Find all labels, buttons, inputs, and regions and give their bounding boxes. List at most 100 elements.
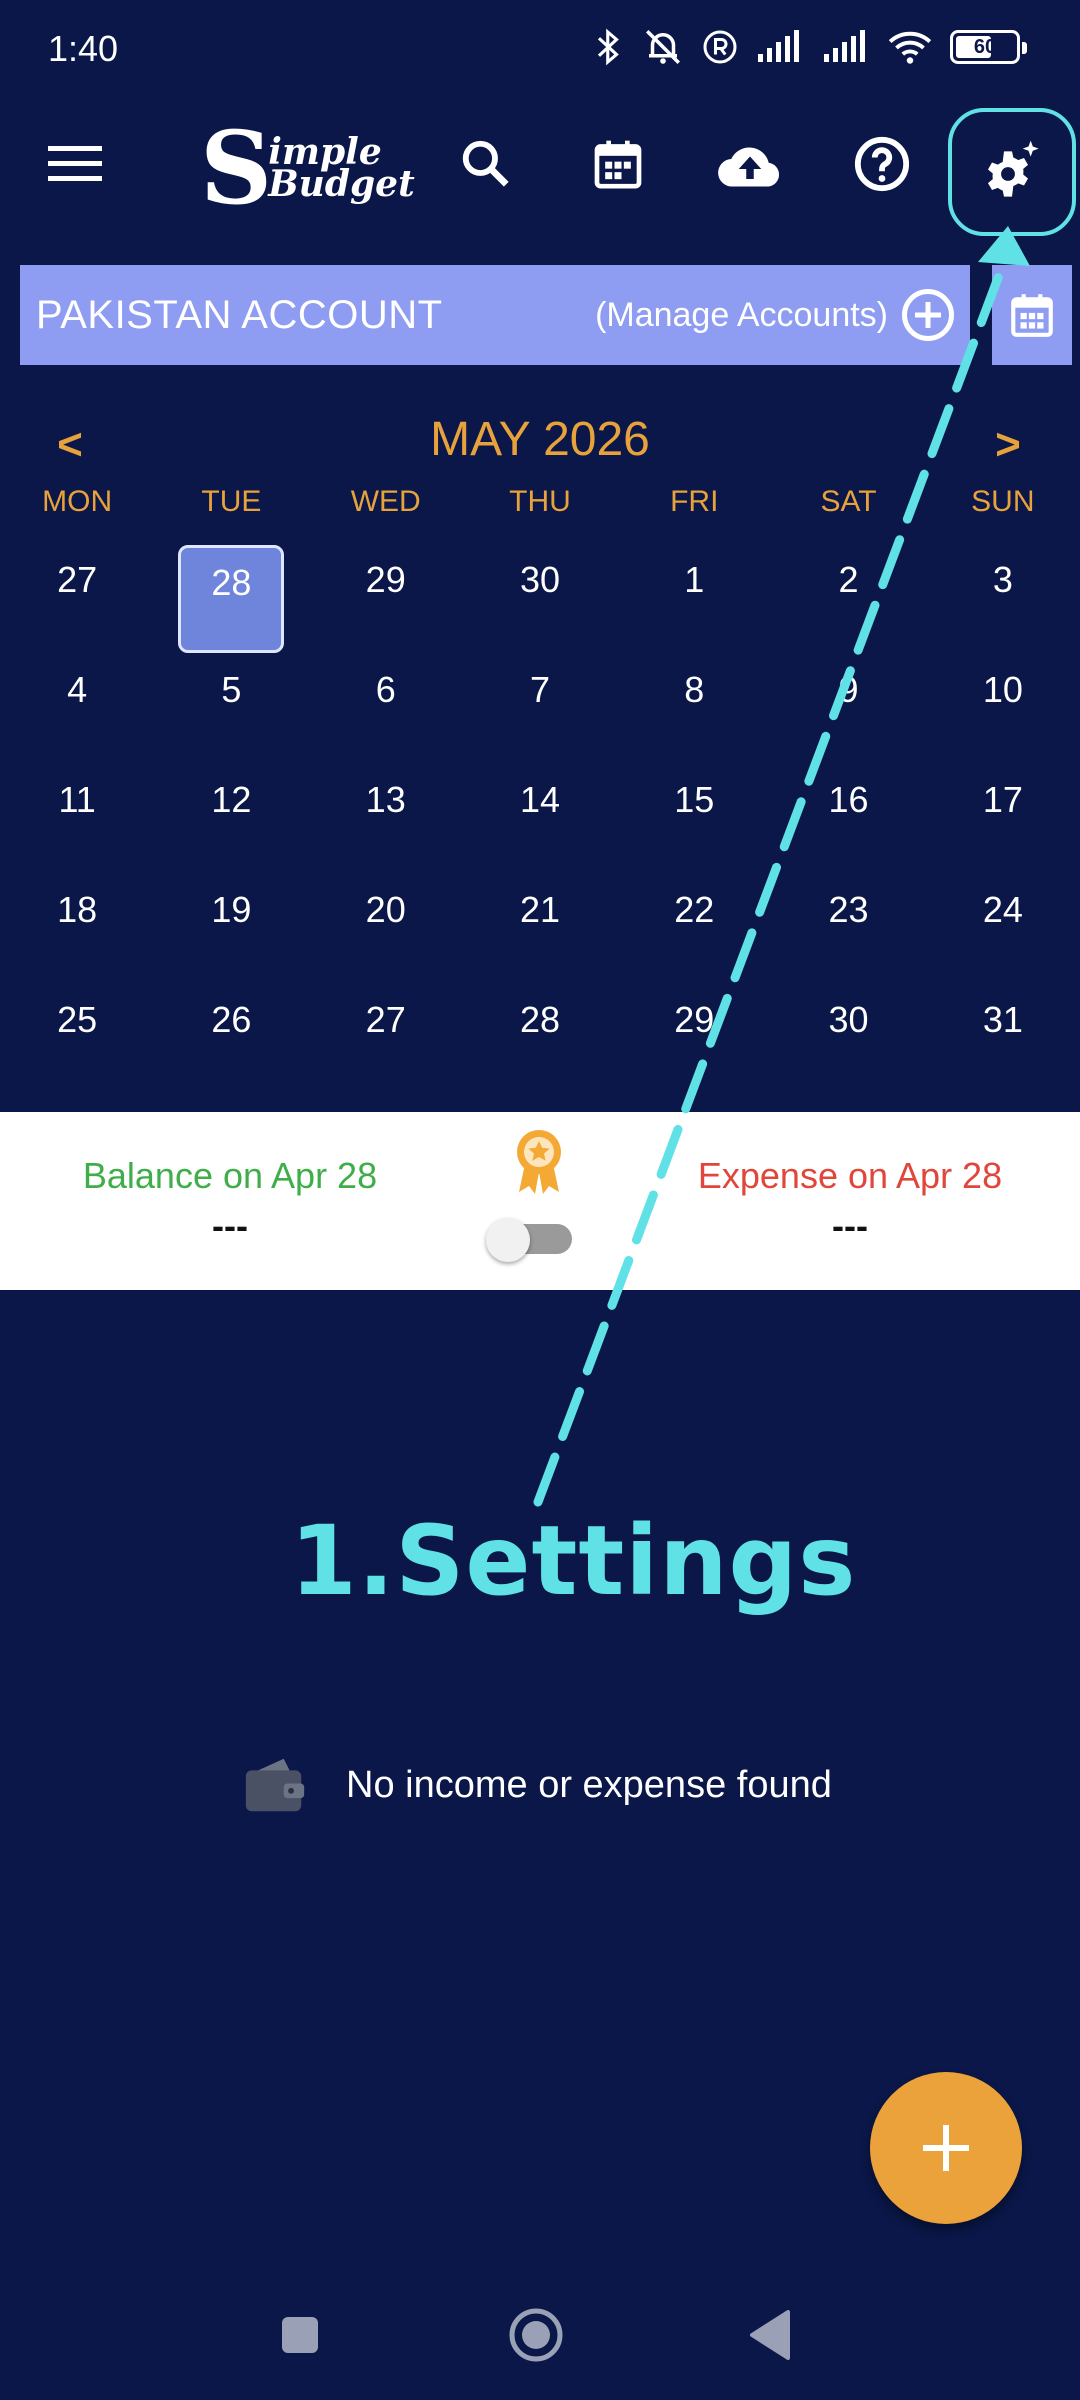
calendar-day[interactable]: 6 [309, 655, 463, 765]
battery-icon: 60 [950, 30, 1027, 64]
calendar-day[interactable]: 24 [926, 875, 1080, 985]
help-button[interactable] [832, 114, 932, 214]
previous-month-button[interactable]: < [30, 410, 110, 480]
calendar-day[interactable]: 7 [463, 655, 617, 765]
calendar-day-label: 5 [221, 669, 242, 710]
calendar-day[interactable]: 18 [0, 875, 154, 985]
calendar-day-label: 13 [365, 779, 406, 820]
date-picker-button[interactable] [992, 265, 1072, 365]
calendar-day[interactable]: 2 [771, 545, 925, 655]
calendar-day[interactable]: 12 [154, 765, 308, 875]
month-title: MAY 2026 [430, 413, 650, 466]
empty-state-text: No income or expense found [346, 1763, 832, 1806]
calendar-day[interactable]: 22 [617, 875, 771, 985]
calendar-day-label: 14 [519, 779, 561, 820]
calendar-icon-small [1011, 294, 1053, 337]
calendar-day-label: 25 [57, 999, 98, 1040]
app-logo: S imple Budget [200, 118, 420, 218]
back-button[interactable] [730, 2300, 810, 2370]
menu-button[interactable] [26, 114, 126, 214]
calendar-day[interactable]: 29 [309, 545, 463, 655]
calendar-day-label: 27 [57, 559, 98, 600]
weekday-header: MON TUE WED THU FRI SAT SUN [0, 485, 1080, 535]
calendar-day[interactable]: 20 [309, 875, 463, 985]
calendar-day[interactable]: 13 [309, 765, 463, 875]
calendar-day[interactable]: 15 [617, 765, 771, 875]
calendar-day[interactable]: 29 [617, 985, 771, 1095]
calendar-day-label: 12 [211, 779, 252, 820]
calendar-day[interactable]: 28 [463, 985, 617, 1095]
cloud-upload-button[interactable] [700, 114, 800, 214]
calendar-day[interactable]: 31 [926, 985, 1080, 1095]
registered-icon [703, 30, 737, 64]
calendar-day-label: 30 [519, 559, 561, 600]
calendar-day[interactable]: 11 [0, 765, 154, 875]
bell-off-icon [646, 30, 680, 64]
calendar-day-label: 18 [57, 889, 98, 930]
calendar-day[interactable]: 25 [0, 985, 154, 1095]
calendar-day[interactable]: 30 [771, 985, 925, 1095]
calendar-day-label: 2 [838, 559, 859, 600]
expense-label: Expense on Apr 28 [697, 1155, 1003, 1196]
weekday-tue: TUE [201, 485, 262, 518]
manage-accounts-link[interactable]: (Manage Accounts) [595, 296, 888, 335]
menu-icon [48, 146, 102, 181]
weekday-sun: SUN [971, 485, 1035, 518]
calendar-day-label: 26 [211, 999, 252, 1040]
search-icon [462, 140, 509, 187]
award-icon [517, 1130, 561, 1194]
calendar-day[interactable]: 9 [771, 655, 925, 765]
annotation-label: 1.Settings [290, 1505, 857, 1617]
calendar-day[interactable]: 14 [463, 765, 617, 875]
calendar-day[interactable]: 4 [0, 655, 154, 765]
calendar-day[interactable]: 26 [154, 985, 308, 1095]
wallet-icon [245, 1758, 305, 1812]
wifi-icon [888, 31, 932, 64]
calendar-day[interactable]: 21 [463, 875, 617, 985]
search-button[interactable] [436, 114, 536, 214]
calendar-day[interactable]: 27 [309, 985, 463, 1095]
calendar-day-label: 17 [982, 779, 1023, 820]
calendar-day[interactable]: 1 [617, 545, 771, 655]
cloud-upload-icon [718, 147, 780, 187]
calendar-day-label: 31 [982, 999, 1023, 1040]
home-button[interactable] [496, 2300, 576, 2370]
calendar-day-label: 8 [684, 669, 705, 710]
calendar-day[interactable]: 19 [154, 875, 308, 985]
calendar-day[interactable]: 23 [771, 875, 925, 985]
recents-button[interactable] [260, 2300, 340, 2370]
calendar-day-label: 9 [838, 669, 859, 710]
calendar-day[interactable]: 30 [463, 545, 617, 655]
settings-highlight-frame [948, 108, 1076, 236]
calendar-day-label: 16 [828, 779, 869, 820]
next-month-button[interactable]: > [968, 410, 1048, 480]
calendar-day-label: 30 [828, 999, 869, 1040]
summary-toggle[interactable] [486, 1218, 576, 1262]
battery-level: 60 [973, 35, 997, 58]
account-selector[interactable]: PAKISTAN ACCOUNT (Manage Accounts) [20, 265, 970, 365]
calendar-day[interactable]: 16 [771, 765, 925, 875]
calendar-day-label: 28 [178, 545, 285, 653]
add-account-icon[interactable] [902, 289, 954, 341]
balance-label: Balance on Apr 28 [82, 1155, 378, 1196]
calendar-day[interactable]: 3 [926, 545, 1080, 655]
plus-icon [923, 2125, 969, 2171]
help-icon [854, 136, 910, 192]
status-time: 1:40 [48, 28, 119, 69]
calendar-day[interactable]: 10 [926, 655, 1080, 765]
calendar-day[interactable]: 8 [617, 655, 771, 765]
status-icons: 60 [594, 26, 1027, 68]
calendar-day-label: 20 [365, 889, 406, 930]
calendar-day[interactable]: 17 [926, 765, 1080, 875]
calendar-day-selected[interactable]: 28 [154, 545, 308, 655]
calendar-day[interactable]: 27 [0, 545, 154, 655]
calendar-day[interactable]: 5 [154, 655, 308, 765]
calendar-day-label: 21 [519, 889, 561, 930]
calendar-day-label: 3 [992, 559, 1013, 600]
calendar-day-label: 23 [828, 889, 869, 930]
calendar-days-grid: 27 28 29 30 1 2 3 4 5 6 7 8 9 10 11 12 13 14 15 16 17 18 19 20 2… [0, 545, 1080, 1095]
calendar-button[interactable] [568, 114, 668, 214]
calendar-day-label: 28 [519, 999, 561, 1040]
add-transaction-button[interactable] [870, 2072, 1022, 2224]
calendar-icon [594, 140, 642, 189]
